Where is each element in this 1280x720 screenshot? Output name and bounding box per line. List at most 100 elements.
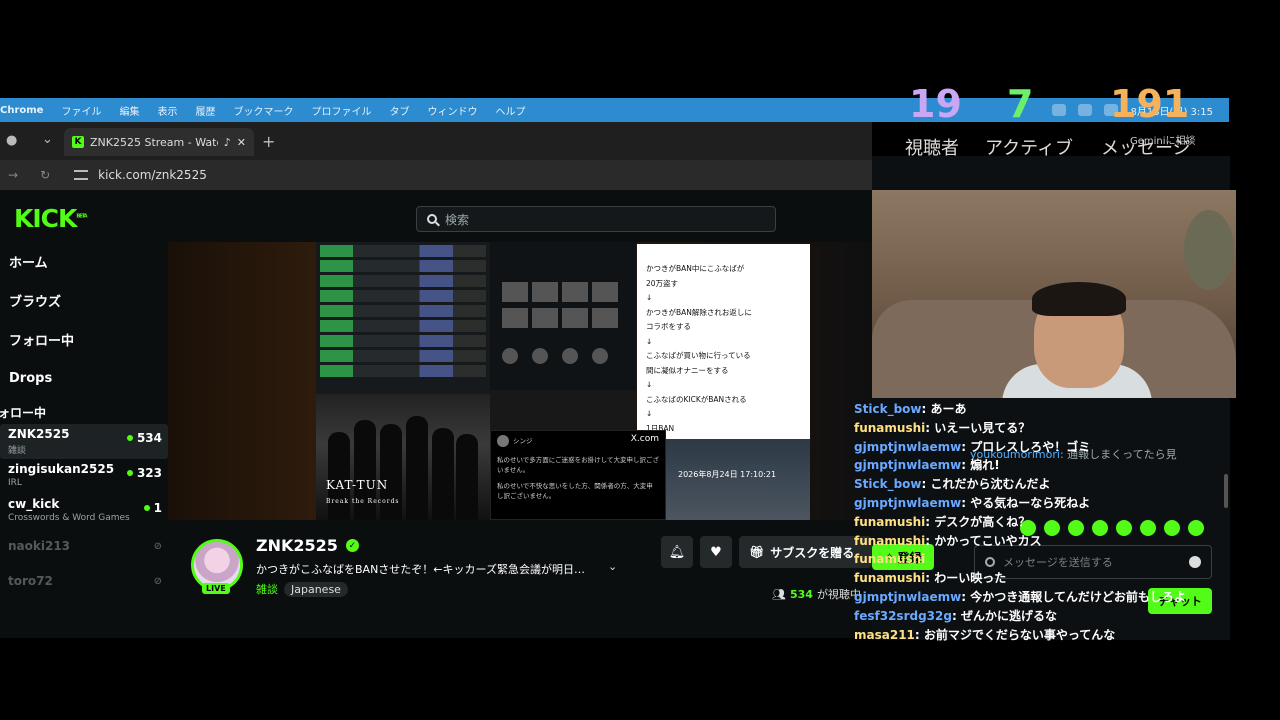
chat-message: gjmptjnwlaemw: やる気ねーなら死ねよ (854, 495, 1091, 510)
menu-view[interactable]: 表示 (157, 103, 177, 118)
logo-text: KICK (14, 204, 77, 233)
kick-page: KICKBETA 検索 ホーム ブラウズ フォロー中 Drops フォロー中 Z… (0, 190, 872, 630)
messages-stat-value: 191 (1110, 82, 1190, 126)
channel-viewers: 323 (126, 466, 162, 480)
chat-username[interactable]: funamushi (854, 552, 925, 566)
chat-text: プロレスしろや！ゴミ (970, 439, 1091, 454)
stream-title: かつきがこふなばをBANさせたぞ！←キッカーズ緊急会議が明日… (256, 563, 585, 576)
menu-bookmarks[interactable]: ブックマーク (233, 103, 293, 118)
channel-item-toro72[interactable]: toro72 ⊘ (0, 564, 168, 599)
chat-overlay: Stick_bow: あーあ funamushi: いえーい見てる？ gjmpt… (854, 400, 1214, 644)
chat-username[interactable]: funamushi (854, 534, 925, 548)
channel-item-cw-kick[interactable]: cw_kick Crosswords & Word Games 1 (0, 494, 168, 529)
tab-list-chevron-icon[interactable]: ⌄ (42, 132, 53, 147)
menu-edit[interactable]: 編集 (119, 103, 139, 118)
search-placeholder: 検索 (445, 212, 470, 227)
channel-item-naoki213[interactable]: naoki213 ⊘ (0, 529, 168, 564)
chat-username[interactable]: masa211 (854, 628, 915, 642)
menu-window[interactable]: ウィンドウ (427, 103, 477, 118)
active-tab[interactable]: K ZNK2525 Stream - Watch ♪ ✕ (64, 128, 254, 156)
viewers-stat-value: 19 (909, 82, 962, 126)
menu-help[interactable]: ヘルプ (495, 103, 525, 118)
chat-username[interactable]: funamushi (854, 571, 925, 585)
channel-viewer-count: 534 (136, 431, 162, 445)
window-control-icon[interactable]: ● (6, 133, 17, 148)
chat-text: いえーい見てる？ (934, 420, 1031, 435)
reload-icon[interactable]: ↻ (40, 168, 50, 182)
tweet-user: シンジ (513, 437, 533, 445)
category-tag[interactable]: 雑談 (256, 581, 278, 597)
chat-text: ぜんかに逃げるな (960, 608, 1057, 623)
viewers-stat-label: 視聴者 (905, 138, 959, 159)
sidebar-item-browse[interactable]: ブラウズ (0, 281, 168, 320)
channel-name: toro72 (8, 574, 53, 588)
menu-tab[interactable]: タブ (389, 103, 409, 118)
gift-sub-label: サブスクを贈る (770, 545, 855, 560)
chat-username[interactable]: funamushi (854, 515, 925, 529)
chat-message: fesf32srdg32g: ぜんかに逃げるな (854, 608, 1057, 623)
video-clock-overlay: 2026年8月24日 17:10:21 (666, 439, 810, 520)
active-stat-value: 7 (1007, 82, 1034, 126)
chat-message: masa211: お前マジでくだらない事やってんな (854, 627, 1116, 642)
chat-username[interactable]: gjmptjnwlaemw (854, 590, 961, 604)
expand-chevron-icon[interactable]: ⌄ (608, 560, 617, 573)
url-field[interactable]: kick.com/znk2525 (98, 168, 207, 182)
photo-caption-sub: Break the Records (326, 498, 400, 505)
menu-chrome[interactable]: Chrome (0, 105, 43, 116)
chat-username[interactable]: gjmptjnwlaemw (854, 458, 961, 472)
follow-heart-button[interactable]: ♥ (700, 536, 732, 568)
streamer-name[interactable]: ZNK2525 (256, 536, 338, 555)
tweet-line-1: 私のせいで多方面にご迷惑をお掛けして大変申し訳ございません。 (497, 456, 659, 474)
sidebar-item-drops[interactable]: Drops (0, 359, 168, 398)
channel-item-znk2525[interactable]: ZNK2525 雑談 534 (0, 424, 168, 459)
sidebar-item-following[interactable]: フォロー中 (0, 320, 168, 359)
forward-arrow-icon[interactable]: → (8, 168, 18, 182)
chat-text: やる気ねーなら死ねよ (970, 495, 1091, 510)
video-player[interactable]: かつきがBAN中にこふなばが 20万盗す ↓ かつきがBAN解除されお返しに コ… (168, 242, 872, 520)
chat-username[interactable]: Stick_bow (854, 402, 922, 416)
search-icon (427, 214, 437, 224)
sidebar-item-home[interactable]: ホーム (0, 242, 168, 281)
webcam-overlay (872, 190, 1236, 398)
chat-message: Stick_bow: これだから沈むんだよ (854, 477, 1051, 492)
chat-username[interactable]: gjmptjnwlaemw (854, 496, 961, 510)
photo-caption: KAT-TUN Break the Records (326, 478, 400, 506)
kick-favicon-icon: K (72, 136, 84, 148)
chat-text: これだから沈むんだよ (930, 477, 1051, 492)
kick-logo[interactable]: KICKBETA (14, 204, 88, 233)
new-tab-plus-icon[interactable]: + (262, 132, 275, 151)
heart-icon: ♥ (710, 544, 722, 560)
chat-text: デスクが高くね？ (934, 514, 1031, 529)
webcam-person-hair (1032, 282, 1126, 316)
video-screen-capture-grid (490, 242, 636, 394)
chat-username[interactable]: gjmptjnwlaemw (854, 440, 961, 454)
notification-bell-button[interactable]: 🔔︎ (661, 536, 693, 568)
tab-audio-icon[interactable]: ♪ (224, 136, 231, 149)
screen: Chrome ファイル 編集 表示 履歴 ブックマーク プロファイル タブ ウィ… (0, 0, 1280, 720)
channel-item-zingisukan2525[interactable]: zingisukan2525 IRL 323 (0, 459, 168, 494)
menu-profile[interactable]: プロファイル (311, 103, 371, 118)
chat-message: gjmptjnwlaemw: 煽れ! (854, 458, 1000, 473)
gift-sub-button[interactable]: 🎁︎ サブスクを贈る (739, 536, 872, 568)
tab-close-icon[interactable]: ✕ (237, 136, 246, 149)
live-badge: LIVE (202, 583, 230, 594)
verified-check-icon: ✓ (345, 539, 359, 552)
menu-file[interactable]: ファイル (61, 103, 101, 118)
browser-tab-bar: ● ⌄ K ZNK2525 Stream - Watch ♪ ✕ + (0, 122, 872, 160)
active-stat-label: アクティブ (985, 138, 1074, 159)
channel-viewers: 534 (126, 431, 162, 445)
bell-icon: 🔔︎ (668, 544, 686, 560)
search-input[interactable]: 検索 (416, 206, 776, 232)
site-settings-icon[interactable] (74, 170, 89, 180)
chat-scrollbar[interactable] (1224, 474, 1228, 508)
tweet-avatar (497, 435, 509, 447)
channel-name: cw_kick (8, 497, 60, 511)
chat-message: funamushi: いえーい見てる？ (854, 420, 1031, 435)
chat-username[interactable]: funamushi (854, 421, 925, 435)
stream-tags: 雑談 Japanese (256, 581, 348, 597)
language-tag[interactable]: Japanese (284, 581, 348, 597)
channel-viewer-count: 323 (136, 466, 162, 480)
menu-history[interactable]: 履歴 (195, 103, 215, 118)
chat-username[interactable]: Stick_bow (854, 477, 922, 491)
chat-username[interactable]: fesf32srdg32g (854, 609, 952, 623)
